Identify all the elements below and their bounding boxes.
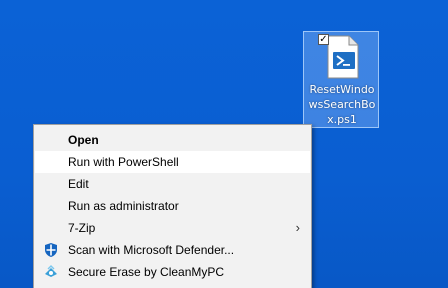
menu-item-secure-erase[interactable]: Secure Erase by CleanMyPC	[35, 261, 310, 283]
menu-item-run-with-powershell[interactable]: Run with PowerShell	[35, 151, 310, 173]
selection-checkbox[interactable]: ✓	[318, 34, 329, 45]
menu-item-label: 7-Zip	[68, 221, 96, 235]
menu-item-label: Scan with Microsoft Defender...	[68, 243, 235, 257]
menu-item-label: Run with PowerShell	[68, 155, 179, 169]
menu-item-label: Edit	[68, 177, 89, 191]
menu-item-edit[interactable]: Edit	[35, 173, 310, 195]
menu-item-open[interactable]: Open	[35, 129, 310, 151]
menu-item-run-as-administrator[interactable]: Run as administrator	[35, 195, 310, 217]
defender-shield-icon	[43, 242, 59, 258]
desktop-file-icon-selected[interactable]: ✓ ResetWindowsSearchBox.ps1	[303, 31, 379, 128]
cleanmypc-icon	[43, 264, 59, 280]
desktop-file-label: ResetWindowsSearchBox.ps1	[308, 83, 376, 126]
context-menu: Open Run with PowerShell Edit Run as adm…	[33, 124, 312, 288]
chevron-right-icon: ›	[295, 220, 300, 235]
menu-item-scan-with-defender[interactable]: Scan with Microsoft Defender...	[35, 239, 310, 261]
menu-item-label: Secure Erase by CleanMyPC	[68, 265, 225, 279]
menu-item-label: Open	[68, 133, 99, 147]
menu-item-7zip[interactable]: 7-Zip ›	[35, 217, 310, 239]
menu-item-label: Run as administrator	[68, 199, 179, 213]
